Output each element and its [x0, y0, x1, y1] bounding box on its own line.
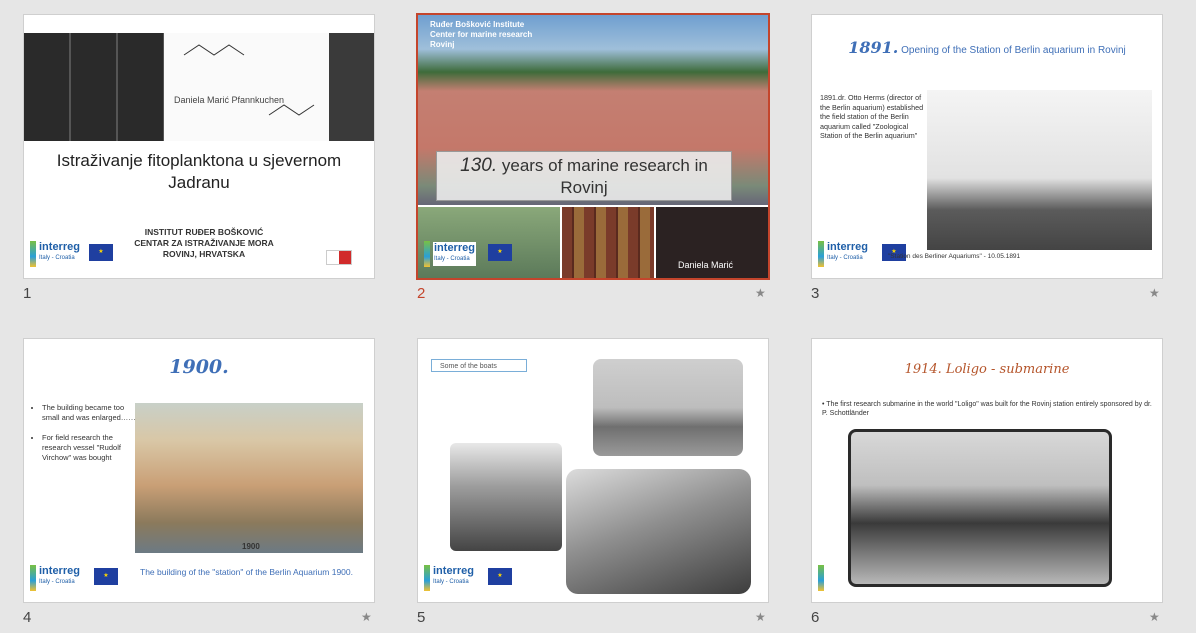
eu-flag-icon: ★: [488, 568, 512, 585]
croatian-flag-icon: [326, 250, 352, 265]
slide-number: 3: [811, 285, 820, 302]
photo-footer: "Station des Berliner Aquariums" - 10.05…: [888, 253, 1021, 260]
interreg-logo: interreg Italy - Croatia: [827, 241, 868, 262]
interreg-logo: interreg Italy - Croatia: [39, 565, 80, 586]
title-year: 1891.: [848, 38, 899, 57]
slide-number: 5: [417, 609, 426, 626]
slide-number: 2: [417, 285, 426, 302]
label-box: Some of the boats: [431, 359, 527, 372]
slide-3-preview[interactable]: 1891. Opening of the Station of Berlin a…: [811, 14, 1163, 279]
interreg-logo-mark: [424, 565, 430, 591]
star-icon: ★: [755, 610, 766, 624]
eu-flag-icon: ★: [89, 244, 113, 261]
interreg-logo: interreg Italy - Croatia: [433, 565, 474, 586]
institute-line: ROVINJ, HRVATSKA: [162, 249, 246, 259]
postcard-year: 1900: [242, 542, 260, 551]
slide-2-preview[interactable]: Ruđer Bošković Institute Center for mari…: [416, 13, 770, 280]
slide-number: 6: [811, 609, 820, 626]
caption-line: Center for marine research: [430, 30, 533, 39]
slide-body-text: • The first research submarine in the wo…: [822, 401, 1152, 417]
slide-body-text: 1891.dr. Otto Herms (director of the Ber…: [820, 93, 924, 140]
harbor-photo: [450, 443, 562, 551]
eu-flag-icon: ★: [488, 244, 512, 261]
body-text: The first research submarine in the worl…: [822, 401, 1152, 417]
star-icon: ★: [1149, 286, 1160, 300]
postcard-photo: [135, 403, 363, 553]
interreg-logo-mark: [424, 241, 430, 267]
star-icon: ★: [361, 610, 372, 624]
microscopy-image-right: [329, 33, 374, 141]
bullet-item: For field research the research vessel "…: [42, 433, 142, 463]
caption-line: Rovinj: [430, 40, 455, 49]
title-text: Opening of the Station of Berlin aquariu…: [901, 45, 1126, 56]
molecule-diagram: [183, 44, 315, 116]
slide-title: 1914. Loligo - submarine: [904, 362, 1070, 377]
photo-caption: Ruđer Bošković Institute Center for mari…: [430, 20, 532, 50]
boat-photo-2: [566, 469, 751, 594]
interreg-logo-mark: [818, 241, 824, 267]
bullet-list: The building became too small and was en…: [32, 403, 142, 473]
banner-text: years of marine research in Rovinj: [501, 156, 708, 197]
slide-5-preview[interactable]: Some of the boats interreg Italy - Croati…: [417, 338, 769, 603]
submarine-photo: [848, 429, 1112, 587]
banner-year: 130.: [460, 155, 498, 176]
eu-flag-icon: ★: [94, 568, 118, 585]
slide-title: 1900.: [169, 356, 229, 378]
interreg-logo-mark: [30, 565, 36, 591]
caption-line: Ruđer Bošković Institute: [430, 20, 525, 29]
star-icon: ★: [1149, 610, 1160, 624]
slide-number: 4: [23, 609, 32, 626]
title-banner: 130. years of marine research in Rovinj: [436, 151, 732, 201]
photo-caption: The building of the "station" of the Ber…: [140, 567, 354, 577]
institute-line: INSTITUT RUĐER BOŠKOVIĆ: [144, 227, 264, 237]
books-photo: [562, 207, 654, 278]
star-icon: ★: [755, 286, 766, 300]
station-building-photo: [927, 90, 1152, 250]
slide-number: 1: [23, 285, 32, 302]
interreg-logo-mark: [818, 565, 824, 591]
slide-1-preview[interactable]: Daniela Marić Pfannkuchen Istraživanje f…: [23, 14, 375, 279]
slide-4-preview[interactable]: 1900. The building became too small and …: [23, 338, 375, 603]
bullet-item: The building became too small and was en…: [42, 403, 142, 423]
microscopy-grid-image: [24, 33, 164, 141]
author-name: Daniela Marić: [678, 260, 734, 270]
author-name: Daniela Marić Pfannkuchen: [174, 95, 285, 105]
interreg-logo: interreg Italy - Croatia: [39, 241, 80, 262]
interreg-logo: interreg Italy - Croatia: [433, 242, 476, 266]
boat-photo-1: [593, 359, 743, 456]
slide-6-preview[interactable]: 1914. Loligo - submarine • The first res…: [811, 338, 1163, 603]
institute-block: INSTITUT RUĐER BOŠKOVIĆ CENTAR ZA ISTRAŽ…: [119, 227, 289, 260]
interreg-logo-mark: [30, 241, 36, 267]
institute-line: CENTAR ZA ISTRAŽIVANJE MORA: [134, 238, 274, 248]
slide-title: 1891. Opening of the Station of Berlin a…: [812, 38, 1162, 57]
slide-title: Istraživanje fitoplanktona u sjevernom J…: [56, 151, 342, 192]
